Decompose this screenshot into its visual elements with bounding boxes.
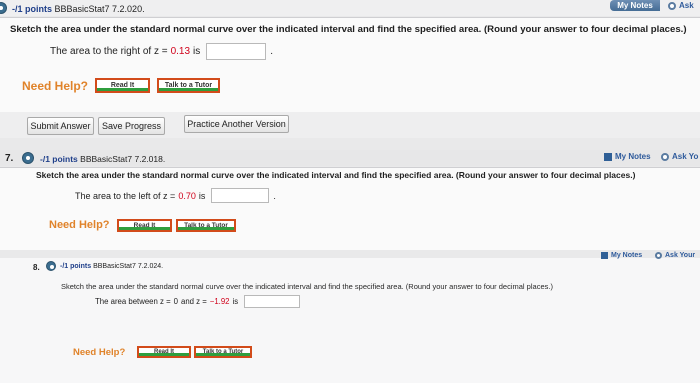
- ask-your-teacher-button[interactable]: Ask: [668, 0, 694, 12]
- question-source: BBBasicStat7 7.2.018.: [80, 154, 166, 164]
- z-value-high: −1.92: [209, 297, 230, 306]
- question-points: -/1 points BBBasicStat7 7.2.018.: [40, 154, 166, 164]
- ask-your-teacher-button[interactable]: Ask Your: [655, 249, 695, 262]
- question-number: 8.: [33, 263, 40, 272]
- question-header: -/1 points BBBasicStat7 7.2.020. My Note…: [0, 0, 700, 16]
- answer-suffix: is: [198, 190, 206, 201]
- question-points: -/1 points BBBasicStat7 7.2.024.: [60, 263, 164, 270]
- read-it-button[interactable]: Read It: [117, 219, 172, 232]
- need-help-label: Need Help?: [73, 347, 126, 358]
- radio-circle-icon: [0, 2, 7, 14]
- ask-your-teacher-button[interactable]: Ask Yo: [661, 150, 698, 163]
- answer-prefix: The area to the right of z =: [50, 46, 168, 57]
- answer-period: .: [273, 190, 276, 201]
- action-bar: Submit Answer Save Progress Practice Ano…: [0, 112, 700, 138]
- answer-input[interactable]: [206, 43, 267, 60]
- radio-circle-icon: [22, 152, 34, 164]
- and-text: and z =: [180, 297, 207, 306]
- question-6: -/1 points BBBasicStat7 7.2.020. My Note…: [0, 0, 700, 138]
- answer-suffix: is: [193, 46, 201, 57]
- z-value-low: 0: [173, 297, 178, 306]
- read-it-button[interactable]: Read It: [137, 346, 191, 358]
- question-prompt: Sketch the area under the standard norma…: [36, 170, 636, 180]
- ask-your-teacher-icon: [661, 152, 669, 161]
- question-number: 7.: [5, 153, 14, 164]
- answer-prefix: The area between z =: [95, 297, 171, 306]
- answer-input[interactable]: [244, 295, 301, 308]
- answer-line: The area between z = 0 and z = −1.92 is: [95, 295, 301, 308]
- need-help-label: Need Help?: [22, 79, 89, 93]
- answer-period: .: [270, 46, 274, 57]
- ask-your-teacher-icon: [655, 252, 662, 259]
- question-source: BBBasicStat7 7.2.020.: [54, 4, 145, 14]
- z-value: 0.70: [178, 190, 196, 201]
- answer-input[interactable]: [211, 188, 270, 203]
- my-notes-button[interactable]: My Notes: [604, 150, 651, 163]
- talk-to-tutor-button[interactable]: Talk to a Tutor: [157, 78, 220, 93]
- answer-prefix: The area to the left of z =: [75, 190, 176, 201]
- my-notes-icon: [604, 152, 612, 161]
- question-prompt: Sketch the area under the standard norma…: [10, 24, 687, 35]
- save-progress-button[interactable]: Save Progress: [98, 117, 165, 135]
- my-notes-icon: [601, 252, 608, 259]
- answer-suffix: is: [232, 297, 239, 306]
- my-notes-button[interactable]: My Notes: [610, 0, 660, 11]
- answer-line: The area to the right of z = 0.13 is .: [50, 43, 273, 60]
- talk-to-tutor-button[interactable]: Talk to a Tutor: [194, 346, 252, 358]
- read-it-button[interactable]: Read It: [95, 78, 150, 93]
- question-7: 7. -/1 points BBBasicStat7 7.2.018. My N…: [0, 150, 700, 250]
- z-value: 0.13: [170, 46, 191, 57]
- question-source: BBBasicStat7 7.2.024.: [93, 263, 164, 270]
- need-help-label: Need Help?: [49, 219, 110, 231]
- answer-line: The area to the left of z = 0.70 is .: [75, 188, 276, 203]
- question-body: 8. -/1 points BBBasicStat7 7.2.024. My N…: [0, 252, 700, 383]
- submit-answer-button[interactable]: Submit Answer: [27, 117, 94, 135]
- talk-to-tutor-button[interactable]: Talk to a Tutor: [176, 219, 236, 232]
- question-prompt: Sketch the area under the standard norma…: [61, 282, 553, 291]
- practice-another-version-button[interactable]: Practice Another Version: [184, 115, 289, 133]
- ask-your-teacher-icon: [668, 1, 676, 10]
- question-8: 8. -/1 points BBBasicStat7 7.2.024. My N…: [0, 252, 700, 383]
- my-notes-button[interactable]: My Notes: [601, 249, 642, 262]
- question-body: Sketch the area under the standard norma…: [0, 167, 700, 250]
- question-header: 7. -/1 points BBBasicStat7 7.2.018. My N…: [0, 150, 700, 166]
- radio-circle-icon: [46, 261, 56, 271]
- question-body: Sketch the area under the standard norma…: [0, 17, 700, 112]
- question-points: -/1 points BBBasicStat7 7.2.020.: [12, 4, 145, 14]
